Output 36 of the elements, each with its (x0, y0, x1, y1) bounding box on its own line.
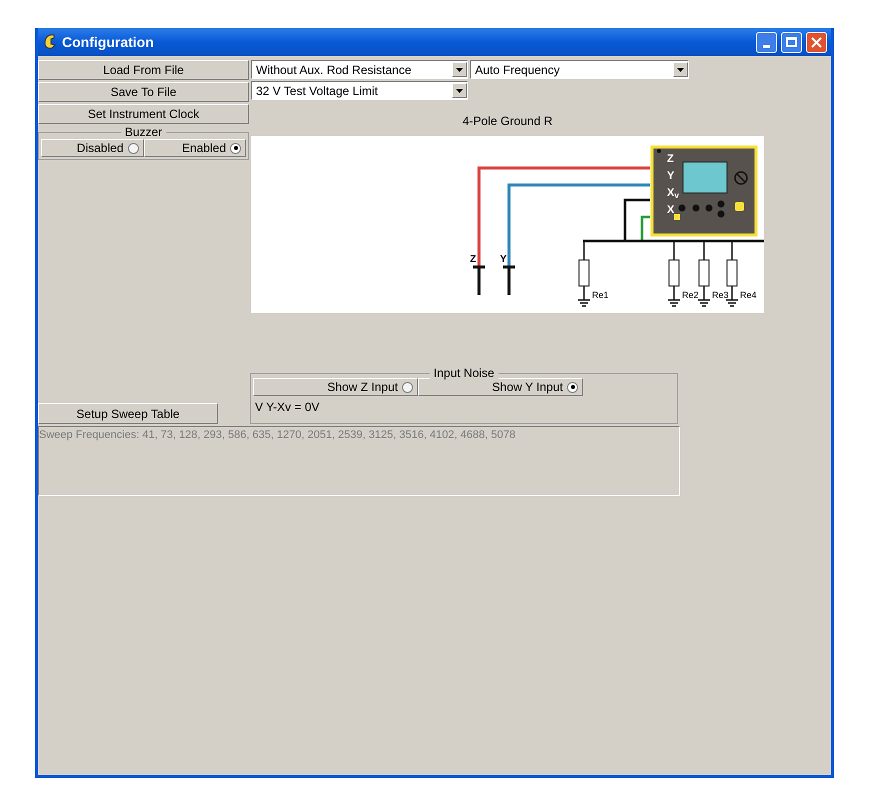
stake-label: Y (500, 255, 507, 265)
terminal-label: X (667, 205, 674, 216)
sense-lead (624, 198, 650, 240)
resistor-drawing (577, 240, 591, 307)
radio-option[interactable]: Show Z Input (253, 378, 418, 396)
group-label: Buzzer (120, 125, 166, 139)
maximize-icon[interactable] (781, 32, 802, 52)
window-title: Configuration (62, 32, 155, 52)
current-lead (640, 216, 650, 240)
app-icon (42, 33, 58, 51)
dropdown-field[interactable]: 32 V Test Voltage Limit (251, 81, 468, 100)
stake-label: Z (470, 255, 476, 265)
action-button[interactable]: Save To File (38, 82, 249, 102)
terminal-label: X$_{v}$ (667, 188, 679, 199)
resistor-label: Re2 (682, 291, 699, 300)
radio-option[interactable]: Enabled (144, 139, 246, 157)
resistor-label: Re1 (592, 291, 609, 300)
dropdown-field[interactable]: Auto Frequency (470, 60, 689, 79)
action-button[interactable]: Load From File (38, 60, 249, 80)
resistor-drawing (667, 240, 681, 307)
resistor-drawing (697, 240, 711, 307)
terminal-label: Y (667, 171, 674, 182)
resistor-label: Re3 (712, 291, 729, 300)
radio-option[interactable]: Show Y Input (418, 378, 583, 396)
radio-option[interactable]: Disabled (41, 139, 144, 157)
diagram-title: 4-Pole Ground R (462, 113, 553, 130)
dropdown-field[interactable]: Without Aux. Rod Resistance (251, 60, 468, 79)
minimize-icon[interactable] (756, 32, 777, 52)
terminal-label: Z (667, 154, 674, 165)
group-label: Input Noise (430, 366, 498, 380)
close-icon[interactable] (806, 32, 827, 52)
setup-sweep-button[interactable]: Setup Sweep Table (38, 403, 218, 424)
voltage-reading: V Y-Xv = 0V (254, 399, 320, 416)
resistor-label: Re4 (740, 291, 757, 300)
sweep-frequencies-text: Sweep Frequencies: 41, 73, 128, 293, 586, 635, 1270, 2051, 2539, 3125, 3516, 4102, 4688, 5078 (39, 428, 516, 443)
action-button[interactable]: Set Instrument Clock (38, 104, 249, 124)
